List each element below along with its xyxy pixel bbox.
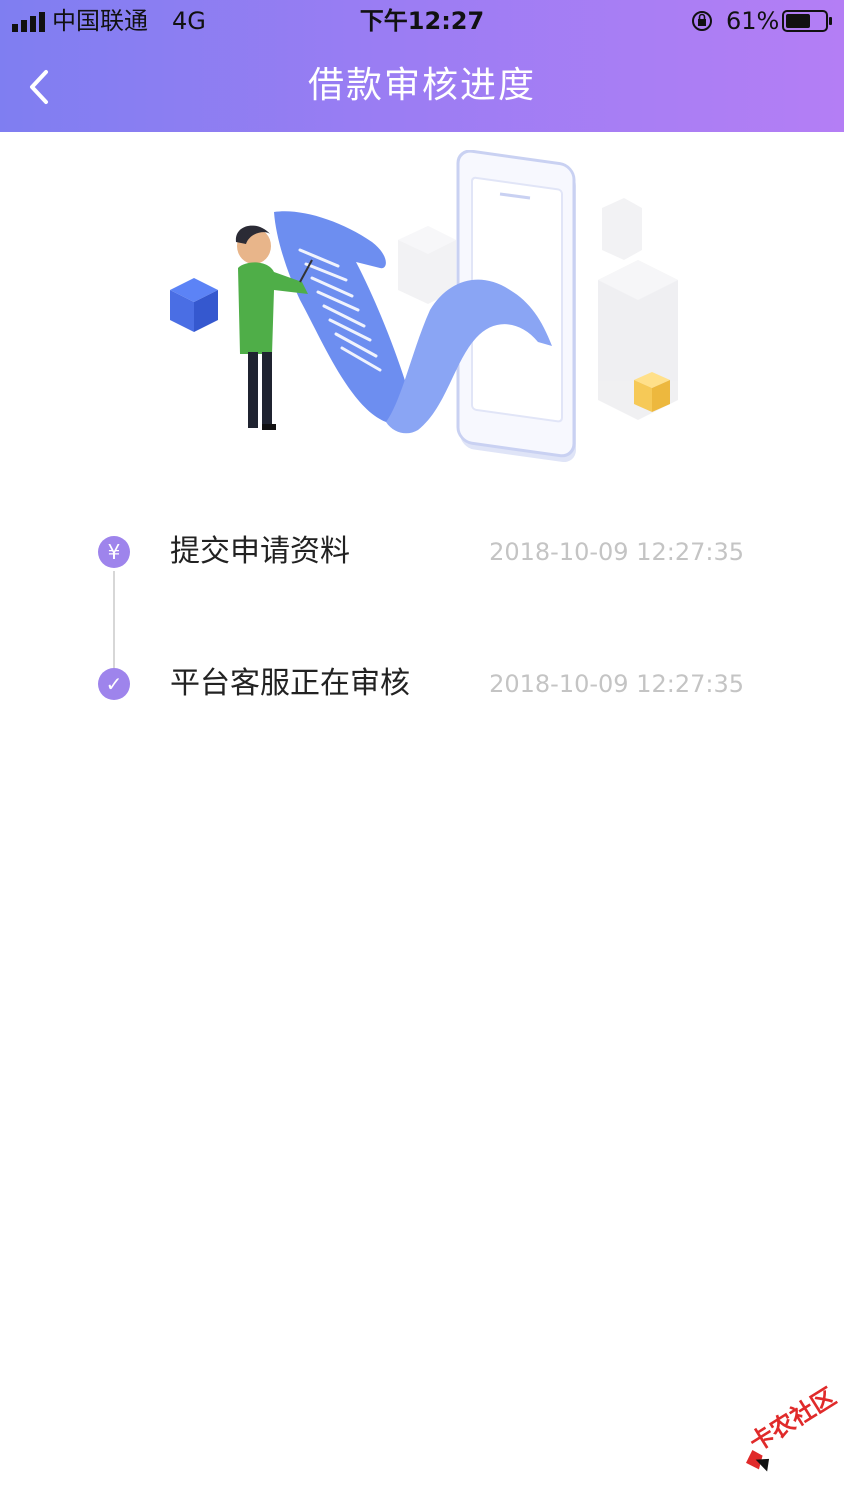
battery-percent: 61% (726, 7, 780, 35)
step-2-label: 平台客服正在审核 (170, 666, 410, 701)
step-1-time: 2018-10-09 12:27:35 (489, 538, 744, 566)
page-title: 借款审核进度 (307, 65, 536, 106)
step-2-time: 2018-10-09 12:27:35 (489, 670, 744, 698)
step-1-label: 提交申请资料 (170, 534, 350, 569)
check-icon: ✓ (98, 668, 130, 700)
blue-cube-icon (170, 278, 218, 332)
yen-icon: ¥ (98, 536, 130, 568)
status-bar: 中国联通 4G 下午12:27 61% (0, 0, 844, 44)
orientation-lock-icon (692, 11, 712, 31)
review-illustration (170, 150, 678, 463)
battery-icon (782, 10, 832, 32)
clock: 下午12:27 (359, 7, 485, 35)
yellow-cube-icon (634, 372, 670, 412)
loan-review-progress-screen: 中国联通 4G 下午12:27 61% 借款审核进度 ¥ 提交申请资料 2018… (0, 0, 844, 1500)
top-bar: 中国联通 4G 下午12:27 61% 借款审核进度 (0, 0, 844, 132)
timeline-connector (113, 571, 115, 674)
